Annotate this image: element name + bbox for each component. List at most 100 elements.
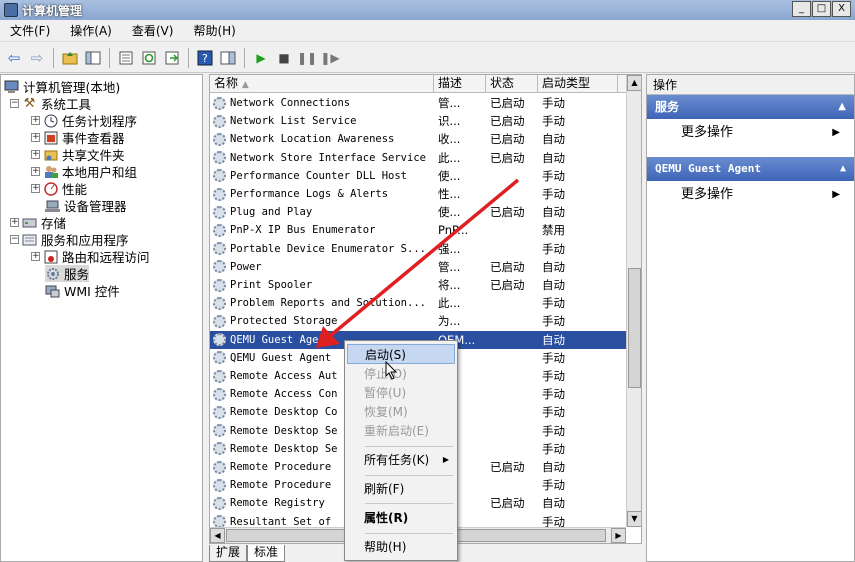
show-hide-tree-icon[interactable] — [83, 48, 103, 68]
show-action-pane-icon[interactable] — [218, 48, 238, 68]
table-row[interactable]: Power 管... 已启动 自动 — [210, 258, 626, 276]
help-icon[interactable]: ? — [195, 48, 215, 68]
service-gear-icon — [213, 132, 226, 146]
table-row[interactable]: Plug and Play 使... 已启动 自动 — [210, 203, 626, 221]
table-row[interactable]: Network List Service 识... 已启动 手动 — [210, 112, 626, 130]
table-row[interactable]: Network Location Awareness 收... 已启动 自动 — [210, 130, 626, 148]
stop-service-icon[interactable]: ■ — [274, 48, 294, 68]
scroll-left-icon[interactable]: ◀ — [210, 528, 225, 543]
start-service-icon[interactable]: ▶ — [251, 48, 271, 68]
vertical-scrollbar[interactable]: ▲ ▼ — [626, 75, 641, 527]
tab-extended[interactable]: 扩展 — [209, 545, 248, 562]
column-header-desc[interactable]: 描述 — [434, 75, 486, 92]
service-name: Portable Device Enumerator S... — [230, 242, 426, 255]
service-startup: 手动 — [542, 387, 565, 402]
refresh-icon[interactable] — [139, 48, 159, 68]
service-name: Problem Reports and Solution... — [230, 297, 426, 310]
tree-item-event-viewer[interactable]: + 事件查看器 — [31, 129, 125, 146]
expand-icon[interactable]: + — [31, 167, 40, 176]
service-name: Remote Access Con — [230, 388, 338, 401]
table-row[interactable]: Print Spooler 将... 已启动 自动 — [210, 276, 626, 294]
tree-item-task-scheduler[interactable]: + 任务计划程序 — [31, 112, 137, 129]
collapse-section-icon[interactable]: ▲ — [840, 157, 846, 181]
menu-action[interactable]: 操作(A) — [60, 22, 122, 39]
tab-standard[interactable]: 标准 — [247, 545, 286, 562]
scroll-right-icon[interactable]: ▶ — [611, 528, 626, 543]
menu-item-restart[interactable]: 重新启动(E) — [347, 421, 455, 441]
service-gear-icon — [213, 242, 226, 256]
console-tree: 计算机管理(本地) − ⚒ 系统工具 + 任务计划程序 + 事件查看器 + 共享… — [0, 74, 203, 562]
menu-help[interactable]: 帮助(H) — [183, 22, 245, 39]
pause-service-icon[interactable]: ❚❚ — [297, 48, 317, 68]
table-row[interactable]: Network Connections 管... 已启动 手动 — [210, 94, 626, 112]
tree-item-system-tools[interactable]: − ⚒ 系统工具 — [10, 95, 91, 112]
tree-item-wmi[interactable]: WMI 控件 — [45, 282, 120, 299]
expand-icon[interactable]: + — [31, 150, 40, 159]
tree-item-performance[interactable]: + 性能 — [31, 180, 87, 197]
scroll-thumb[interactable] — [628, 268, 641, 388]
wmi-icon — [45, 284, 60, 298]
table-row[interactable]: Performance Logs & Alerts 性... 手动 — [210, 185, 626, 203]
service-desc: 识... — [438, 114, 461, 129]
close-button[interactable]: X — [832, 1, 851, 17]
service-gear-icon — [213, 333, 226, 347]
collapse-section-icon[interactable]: ▲ — [838, 95, 846, 119]
tree-label: 设备管理器 — [64, 199, 127, 214]
tree-item-services-apps[interactable]: − 服务和应用程序 — [10, 231, 129, 248]
expand-icon[interactable]: + — [31, 184, 40, 193]
menu-item-start[interactable]: 启动(S) — [347, 344, 455, 364]
menu-item-pause[interactable]: 暂停(U) — [347, 383, 455, 403]
expand-icon[interactable]: + — [31, 116, 40, 125]
table-row[interactable]: Protected Storage 为... 手动 — [210, 312, 626, 330]
table-row[interactable]: Performance Counter DLL Host 使... 手动 — [210, 167, 626, 185]
tree-item-storage[interactable]: + 存储 — [10, 214, 66, 231]
scroll-up-icon[interactable]: ▲ — [627, 75, 641, 91]
table-row[interactable]: Portable Device Enumerator S... 强... 手动 — [210, 240, 626, 258]
column-header-status[interactable]: 状态 — [486, 75, 538, 92]
properties-icon[interactable] — [116, 48, 136, 68]
expand-icon[interactable]: + — [31, 252, 40, 261]
tree-item-local-users[interactable]: + 本地用户和组 — [31, 163, 137, 180]
scroll-down-icon[interactable]: ▼ — [627, 511, 641, 527]
menu-item-resume[interactable]: 恢复(M) — [347, 402, 455, 422]
menu-view[interactable]: 查看(V) — [122, 22, 184, 39]
forward-icon[interactable]: ⇨ — [27, 48, 47, 68]
maximize-button[interactable]: □ — [812, 1, 831, 17]
expand-icon[interactable]: + — [31, 133, 40, 142]
minimize-button[interactable]: _ — [792, 1, 811, 17]
actions-section-qemu[interactable]: QEMU Guest Agent ▲ — [647, 157, 854, 181]
service-status: 已启动 — [490, 205, 525, 220]
expand-icon[interactable]: + — [10, 218, 19, 227]
column-header-name[interactable]: 名称 ▲ — [210, 75, 434, 92]
menu-item-refresh[interactable]: 刷新(F) — [347, 479, 455, 499]
table-row[interactable]: Network Store Interface Service 此... 已启动 自动 — [210, 149, 626, 167]
menu-item-properties[interactable]: 属性(R) — [347, 508, 455, 528]
tree-item-routing[interactable]: + 路由和远程访问 — [31, 248, 150, 265]
menu-file[interactable]: 文件(F) — [0, 22, 60, 39]
up-folder-icon[interactable] — [60, 48, 80, 68]
tree-item-device-manager[interactable]: 设备管理器 — [45, 197, 127, 214]
performance-icon — [43, 181, 58, 196]
tree-item-root[interactable]: 计算机管理(本地) — [4, 78, 120, 95]
service-name: Remote Desktop Se — [230, 424, 338, 437]
table-row[interactable]: Problem Reports and Solution... 此... 手动 — [210, 294, 626, 312]
actions-section-services[interactable]: 服务 ▲ — [647, 95, 854, 119]
collapse-icon[interactable]: − — [10, 235, 19, 244]
column-header-startup[interactable]: 启动类型 — [538, 75, 618, 92]
menu-item-all-tasks[interactable]: 所有任务(K) ▶ — [347, 450, 455, 470]
tree-item-shared-folders[interactable]: + 共享文件夹 — [31, 146, 125, 163]
export-list-icon[interactable] — [162, 48, 182, 68]
service-name: Remote Procedure — [230, 461, 332, 473]
menu-item-stop[interactable]: 停止(O) — [347, 364, 455, 384]
more-actions-services[interactable]: 更多操作 ▶ — [647, 119, 854, 147]
service-name: Power — [230, 260, 262, 273]
tree-item-services[interactable]: 服务 — [45, 265, 90, 282]
collapse-icon[interactable]: − — [10, 99, 19, 108]
service-status: 已启动 — [490, 278, 525, 292]
service-startup: 手动 — [542, 187, 565, 201]
table-row[interactable]: PnP-X IP Bus Enumerator PnP... 禁用 — [210, 221, 626, 239]
back-icon[interactable]: ⇦ — [4, 48, 24, 68]
menu-item-help[interactable]: 帮助(H) — [347, 537, 455, 557]
more-actions-qemu[interactable]: 更多操作 ▶ — [647, 181, 854, 209]
restart-service-icon[interactable]: ❚▶ — [320, 48, 340, 68]
